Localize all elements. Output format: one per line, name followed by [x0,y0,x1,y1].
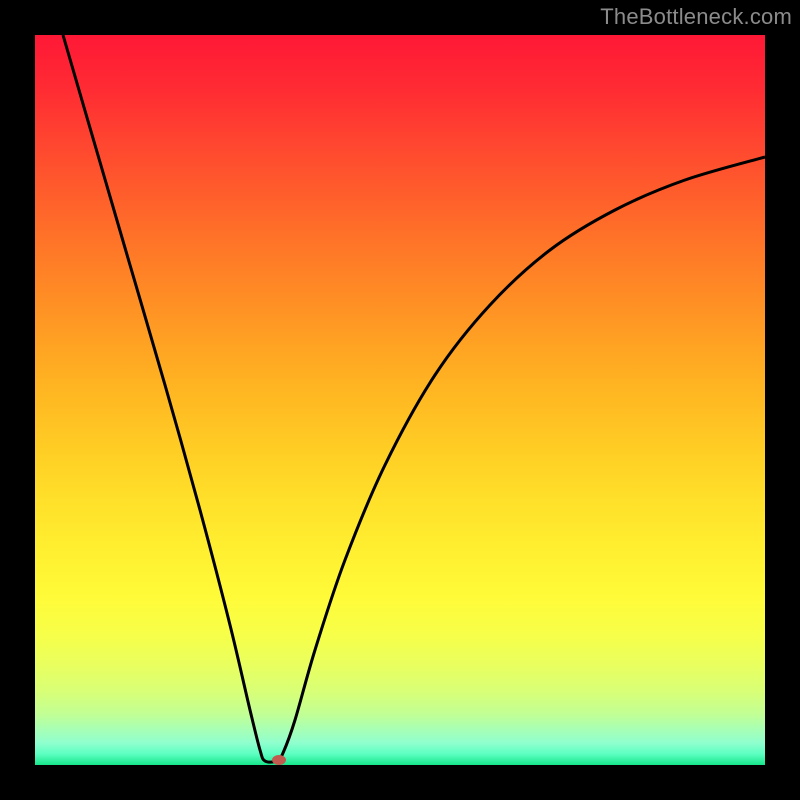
chart-plot-area [35,35,765,765]
chart-svg [35,35,765,765]
watermark-text: TheBottleneck.com [600,4,792,30]
min-marker [272,755,286,765]
bottleneck-curve [63,35,765,762]
chart-frame: TheBottleneck.com [0,0,800,800]
